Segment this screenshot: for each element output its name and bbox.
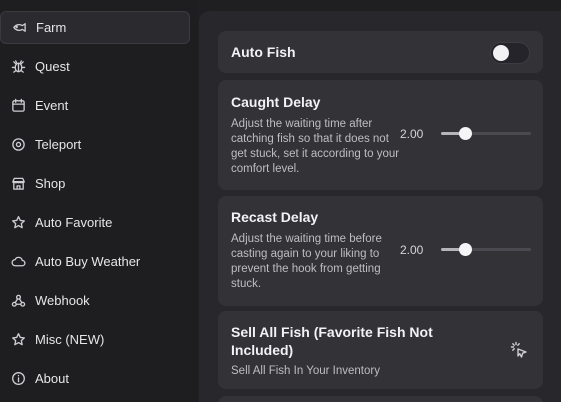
sidebar-item-label: Misc (NEW) (35, 332, 105, 347)
sidebar-item-label: Event (35, 98, 69, 113)
sidebar-item-label: About (35, 371, 69, 386)
sidebar-item-label: Quest (35, 59, 70, 74)
recast-delay-description: Adjust the waiting time before casting a… (231, 233, 382, 290)
store-icon (9, 175, 27, 193)
pointer-click-icon (509, 340, 529, 360)
star-icon (9, 331, 27, 349)
sidebar-item-shop[interactable]: Shop (0, 167, 190, 200)
recast-delay-value: 2.00 (400, 243, 424, 257)
sidebar-item-webhook[interactable]: Webhook (0, 284, 190, 317)
sidebar-item-quest[interactable]: Quest (0, 50, 190, 83)
sidebar-item-label: Webhook (35, 293, 90, 308)
sidebar-item-label: Auto Favorite (35, 215, 113, 230)
teleport-icon (9, 136, 27, 154)
caught-delay-value: 2.00 (400, 127, 424, 141)
toggle-knob (493, 45, 509, 61)
recast-delay-title: Recast Delay (231, 209, 319, 225)
star-icon (9, 214, 27, 232)
sidebar: Farm Quest Event Teleport Shop Auto Favo… (0, 0, 198, 402)
auto-fish-toggle[interactable] (490, 42, 530, 64)
sidebar-item-auto-favorite[interactable]: Auto Favorite (0, 206, 190, 239)
bug-icon (9, 58, 27, 76)
sidebar-item-label: Farm (36, 20, 67, 35)
sell-all-fish-description: Sell All Fish In Your Inventory (231, 365, 380, 377)
sell-all-fish-title: Sell All Fish (Favorite Fish Not Include… (231, 324, 433, 358)
calendar-icon (9, 97, 27, 115)
slider-thumb[interactable] (459, 127, 473, 140)
webhook-icon (9, 292, 27, 310)
sidebar-item-event[interactable]: Event (0, 89, 190, 122)
sell-all-fish-button[interactable]: Sell All Fish (Favorite Fish Not Include… (218, 311, 543, 389)
sidebar-item-about[interactable]: About (0, 362, 190, 395)
caught-delay-title: Caught Delay (231, 94, 321, 110)
sidebar-item-teleport[interactable]: Teleport (0, 128, 190, 161)
sidebar-item-label: Auto Buy Weather (35, 254, 141, 269)
sidebar-item-misc[interactable]: Misc (NEW) (0, 323, 190, 356)
auto-fish-title: Auto Fish (231, 44, 296, 60)
caught-delay-card: Caught Delay Adjust the waiting time aft… (218, 80, 543, 190)
recast-delay-slider[interactable] (441, 243, 531, 256)
caught-delay-slider[interactable] (441, 127, 531, 140)
sidebar-item-farm[interactable]: Farm (0, 11, 190, 44)
info-icon (9, 370, 27, 388)
sidebar-item-label: Shop (35, 176, 66, 191)
main-panel: Auto Fish Caught Delay Adjust the waitin… (199, 11, 561, 402)
caught-delay-description: Adjust the waiting time after catching f… (231, 118, 400, 175)
cloud-icon (9, 253, 27, 271)
slider-thumb[interactable] (459, 243, 473, 256)
fish-icon (10, 19, 28, 37)
recast-delay-card: Recast Delay Adjust the waiting time bef… (218, 196, 543, 306)
sidebar-item-auto-buy-weather[interactable]: Auto Buy Weather (0, 245, 190, 278)
auto-fish-card: Auto Fish (218, 31, 543, 73)
sidebar-item-label: Teleport (35, 137, 82, 152)
next-card (218, 396, 543, 402)
